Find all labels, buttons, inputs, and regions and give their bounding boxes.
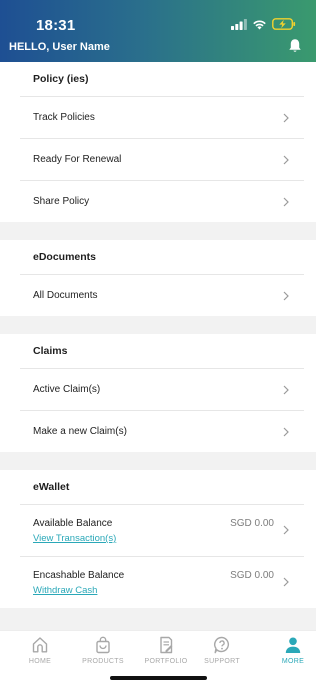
menu-item-track-policies[interactable]: Track Policies bbox=[20, 96, 304, 138]
section-title-edocuments: eDocuments bbox=[33, 251, 97, 263]
bell-icon[interactable] bbox=[287, 38, 303, 54]
menu-item-label: Ready For Renewal bbox=[33, 154, 122, 165]
encashable-balance-amount: SGD 0.00 bbox=[230, 570, 274, 581]
withdraw-cash-link[interactable]: Withdraw Cash bbox=[33, 585, 97, 596]
menu-item-label: Active Claim(s) bbox=[33, 384, 101, 395]
nav-support[interactable]: SUPPORT bbox=[191, 635, 253, 665]
home-icon bbox=[32, 637, 48, 653]
nav-home[interactable]: HOME bbox=[9, 635, 71, 665]
user-profile-icon bbox=[285, 637, 301, 653]
section-title-claims: Claims bbox=[33, 345, 68, 357]
menu-item-make-new-claim[interactable]: Make a new Claim(s) bbox=[20, 410, 304, 452]
nav-products[interactable]: PRODUCTS bbox=[72, 635, 134, 665]
nav-portfolio-label: PORTFOLIO bbox=[144, 658, 188, 665]
chevron-right-icon bbox=[283, 113, 289, 122]
chevron-right-icon bbox=[283, 197, 289, 206]
menu-item-encashable-balance[interactable]: Encashable Balance Withdraw Cash SGD 0.0… bbox=[20, 556, 304, 608]
nav-support-label: SUPPORT bbox=[204, 658, 240, 665]
available-balance-amount: SGD 0.00 bbox=[230, 518, 274, 529]
menu-item-label: Make a new Claim(s) bbox=[33, 426, 127, 437]
menu-item-active-claims[interactable]: Active Claim(s) bbox=[20, 368, 304, 410]
portfolio-document-icon bbox=[160, 636, 173, 654]
nav-portfolio[interactable]: PORTFOLIO bbox=[135, 635, 197, 665]
section-divider bbox=[0, 452, 316, 470]
shopping-bag-icon bbox=[96, 636, 110, 654]
battery-charging-icon bbox=[272, 18, 296, 30]
menu-item-label: Share Policy bbox=[33, 196, 90, 207]
nav-more[interactable]: MORE bbox=[262, 635, 320, 665]
home-indicator bbox=[110, 676, 207, 680]
view-transactions-link[interactable]: View Transaction(s) bbox=[33, 533, 116, 544]
menu-item-ready-for-renewal[interactable]: Ready For Renewal bbox=[20, 138, 304, 180]
chevron-right-icon bbox=[283, 427, 289, 436]
available-balance-label: Available Balance bbox=[33, 518, 113, 529]
chevron-right-icon bbox=[283, 291, 289, 300]
menu-item-share-policy[interactable]: Share Policy bbox=[20, 180, 304, 222]
menu-item-label: Track Policies bbox=[33, 112, 95, 123]
nav-more-label: MORE bbox=[281, 658, 305, 665]
chevron-right-icon bbox=[283, 577, 289, 587]
signal-icon bbox=[231, 18, 247, 30]
chevron-right-icon bbox=[283, 155, 289, 164]
status-time: 18:31 bbox=[36, 17, 76, 34]
section-divider bbox=[0, 608, 316, 630]
section-divider bbox=[0, 316, 316, 334]
chevron-right-icon bbox=[283, 385, 289, 394]
wifi-icon bbox=[253, 19, 266, 29]
menu-item-all-documents[interactable]: All Documents bbox=[20, 274, 304, 316]
section-divider bbox=[0, 222, 316, 240]
app-header: 18:31 HELLO, User Name bbox=[0, 0, 316, 62]
status-icons bbox=[231, 18, 296, 30]
support-question-icon bbox=[214, 636, 230, 654]
section-title-ewallet: eWallet bbox=[33, 481, 70, 493]
greeting-text: HELLO, User Name bbox=[9, 41, 110, 53]
chevron-right-icon bbox=[283, 525, 289, 535]
section-title-policy: Policy (ies) bbox=[33, 73, 89, 85]
menu-item-available-balance[interactable]: Available Balance View Transaction(s) SG… bbox=[20, 504, 304, 556]
nav-products-label: PRODUCTS bbox=[82, 658, 124, 665]
bottom-nav: HOME PRODUCTS PORTFOLIO SUPPORT MORE bbox=[0, 630, 316, 681]
menu-item-label: All Documents bbox=[33, 290, 98, 301]
encashable-balance-label: Encashable Balance bbox=[33, 570, 125, 581]
nav-home-label: HOME bbox=[28, 658, 52, 665]
more-menu-content: Policy (ies) Track Policies Ready For Re… bbox=[0, 62, 316, 630]
